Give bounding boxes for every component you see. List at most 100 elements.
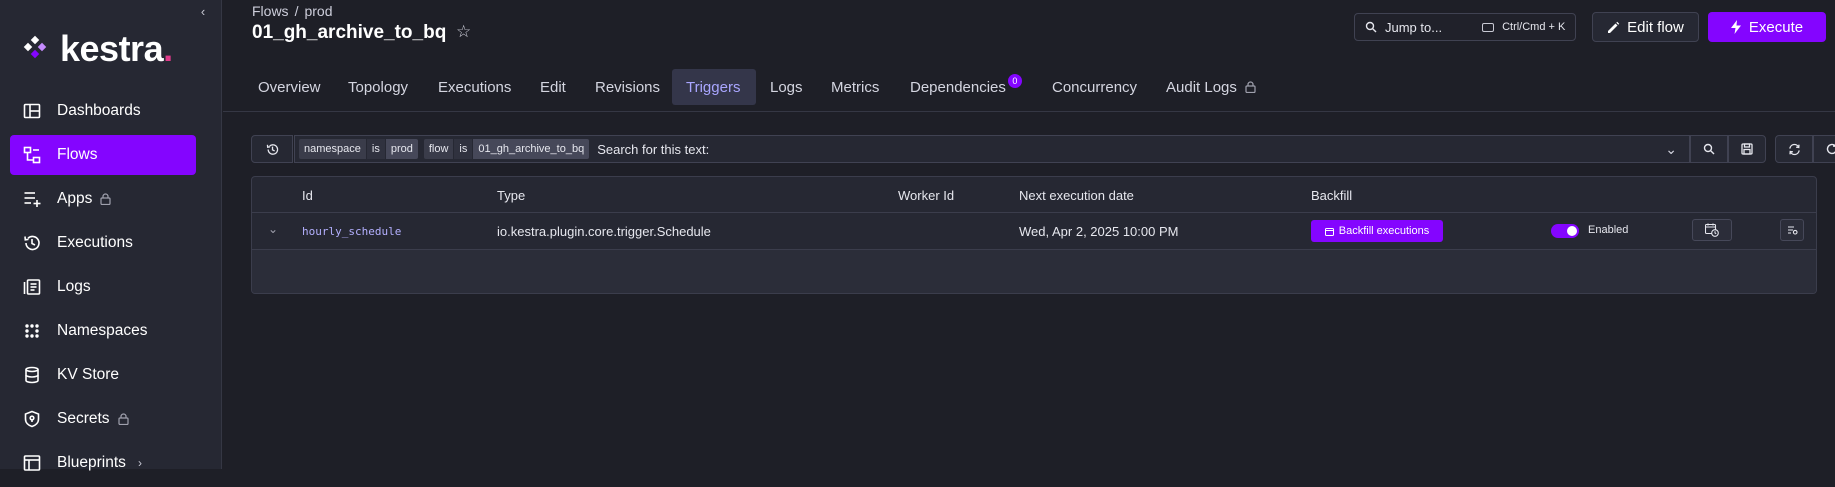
- table-row: ⌄ hourly_schedule io.kestra.plugin.core.…: [252, 213, 1816, 250]
- enabled-toggle[interactable]: [1551, 224, 1579, 238]
- breadcrumb-flows[interactable]: Flows: [252, 3, 289, 19]
- page-header: Flows / prod 01_gh_archive_to_bq ☆ Jump to…: [223, 0, 1835, 56]
- auto-refresh-icon: [1788, 143, 1800, 155]
- tab-edit[interactable]: Edit: [540, 69, 566, 105]
- column-header-backfill: Backfill: [1311, 188, 1353, 203]
- tab-revisions[interactable]: Revisions: [595, 69, 660, 105]
- search-icon: [1703, 143, 1715, 155]
- tab-triggers[interactable]: Triggers: [672, 69, 756, 105]
- logo[interactable]: kestra.: [20, 28, 173, 70]
- expand-row-icon[interactable]: ⌄: [268, 222, 278, 236]
- sidebar-item-label: Dashboards: [57, 102, 141, 119]
- table-header: Id Type Worker Id Next execution date Ba…: [252, 177, 1816, 213]
- sidebar-item-logs[interactable]: Logs: [10, 267, 196, 307]
- flow-tabs: Overview Topology Executions Edit Revisi…: [223, 56, 1835, 112]
- backfill-label: Backfill executions: [1338, 225, 1430, 237]
- trigger-logs-button[interactable]: [1780, 219, 1804, 241]
- apps-icon: [22, 189, 42, 209]
- auto-refresh-button[interactable]: [1775, 135, 1813, 163]
- tab-concurrency[interactable]: Concurrency: [1052, 69, 1137, 105]
- backfill-executions-button[interactable]: Backfill executions: [1311, 220, 1443, 242]
- tab-topology[interactable]: Topology: [348, 69, 408, 105]
- filter-history-button[interactable]: [251, 135, 293, 163]
- execute-button[interactable]: Execute: [1708, 12, 1826, 42]
- tab-overview[interactable]: Overview: [258, 69, 321, 105]
- sidebar-item-label: Namespaces: [57, 322, 148, 339]
- collapse-sidebar-icon[interactable]: ‹: [196, 4, 210, 20]
- filter-chip-value[interactable]: 01_gh_archive_to_bq: [473, 139, 590, 159]
- namespaces-icon: [22, 321, 42, 341]
- execute-label: Execute: [1748, 18, 1804, 36]
- jump-to-button[interactable]: Jump to... Ctrl/Cmd + K: [1354, 13, 1576, 41]
- page-title: 01_gh_archive_to_bq: [252, 22, 447, 43]
- jump-shortcut: Ctrl/Cmd + K: [1502, 21, 1566, 33]
- filter-search-label: Search for this text:: [597, 141, 710, 157]
- trigger-id[interactable]: hourly_schedule: [302, 225, 401, 238]
- flows-icon: [22, 145, 42, 165]
- history-icon: [266, 143, 278, 155]
- dependencies-count-badge: 0: [1007, 74, 1022, 88]
- table-empty-row: [252, 250, 1816, 293]
- lock-icon: [100, 193, 111, 205]
- sidebar-item-executions[interactable]: Executions: [10, 223, 196, 263]
- filter-chip-operator: is: [454, 139, 473, 159]
- column-header-id[interactable]: Id: [302, 188, 313, 203]
- chevron-down-icon[interactable]: ⌄: [1665, 141, 1677, 158]
- dashboard-icon: [22, 101, 42, 121]
- keyboard-icon: [1482, 22, 1495, 32]
- star-icon[interactable]: ☆: [456, 22, 471, 42]
- tab-dependencies[interactable]: Dependencies 0: [910, 69, 1022, 105]
- enabled-label: Enabled: [1588, 224, 1629, 236]
- filter-input[interactable]: namespace is prod flow is 01_gh_archive_…: [294, 135, 1690, 163]
- sidebar-nav: Dashboards Flows Apps Executions Logs Na…: [10, 91, 196, 487]
- trigger-next-execution: Wed, Apr 2, 2025 10:00 PM: [1019, 224, 1179, 239]
- sidebar-item-blueprints[interactable]: Blueprints ›: [10, 443, 196, 483]
- triggers-table: Id Type Worker Id Next execution date Ba…: [251, 176, 1817, 294]
- refresh-button[interactable]: [1813, 135, 1835, 163]
- filter-chip-value[interactable]: prod: [385, 139, 418, 159]
- pencil-icon: [1608, 21, 1620, 33]
- tab-audit-logs-label: Audit Logs: [1166, 78, 1237, 96]
- sidebar-item-apps[interactable]: Apps: [10, 179, 196, 219]
- tab-logs[interactable]: Logs: [770, 69, 803, 105]
- sidebar-item-label: Secrets: [57, 410, 110, 427]
- lock-icon: [1245, 81, 1256, 93]
- sidebar-item-dashboards[interactable]: Dashboards: [10, 91, 196, 131]
- sidebar-item-label: Executions: [57, 234, 133, 251]
- tab-metrics[interactable]: Metrics: [831, 69, 879, 105]
- main-content: Flows / prod 01_gh_archive_to_bq ☆ Jump to…: [223, 0, 1835, 469]
- save-icon: [1741, 143, 1753, 155]
- sidebar-item-label: Blueprints: [57, 454, 126, 471]
- tab-executions[interactable]: Executions: [438, 69, 511, 105]
- trigger-type: io.kestra.plugin.core.trigger.Schedule: [497, 224, 711, 239]
- schedule-history-button[interactable]: [1692, 219, 1732, 241]
- logo-text: kestra.: [60, 28, 173, 69]
- sidebar-item-kv-store[interactable]: KV Store: [10, 355, 196, 395]
- edit-flow-button[interactable]: Edit flow: [1592, 12, 1699, 42]
- database-icon: [22, 365, 42, 385]
- tab-dependencies-label: Dependencies: [910, 78, 1006, 96]
- sidebar-item-label: Logs: [57, 278, 91, 295]
- shield-icon: [22, 409, 42, 429]
- filter-chip-key: namespace: [299, 139, 366, 159]
- sidebar-item-namespaces[interactable]: Namespaces: [10, 311, 196, 351]
- search-icon: [1365, 21, 1377, 33]
- column-header-next-execution-date[interactable]: Next execution date: [1019, 188, 1134, 203]
- search-button[interactable]: [1690, 135, 1728, 163]
- sidebar-item-flows[interactable]: Flows: [10, 135, 196, 175]
- calendar-icon: [1324, 227, 1334, 236]
- save-filter-button[interactable]: [1728, 135, 1766, 163]
- logs-icon: [1787, 226, 1798, 235]
- sidebar: ‹ kestra. Dashboards Flows Apps Executio…: [0, 0, 222, 471]
- tab-audit-logs[interactable]: Audit Logs: [1166, 69, 1256, 105]
- sidebar-item-secrets[interactable]: Secrets: [10, 399, 196, 439]
- column-header-worker-id[interactable]: Worker Id: [898, 188, 954, 203]
- sidebar-item-label: Flows: [57, 146, 98, 163]
- lock-icon: [117, 413, 129, 425]
- refresh-icon: [1826, 143, 1835, 155]
- breadcrumb-namespace[interactable]: prod: [304, 3, 332, 19]
- filter-chip-key: flow: [423, 139, 454, 159]
- column-header-type[interactable]: Type: [497, 188, 525, 203]
- toggle-check-icon: [1567, 226, 1577, 236]
- jump-to-label: Jump to...: [1385, 19, 1443, 35]
